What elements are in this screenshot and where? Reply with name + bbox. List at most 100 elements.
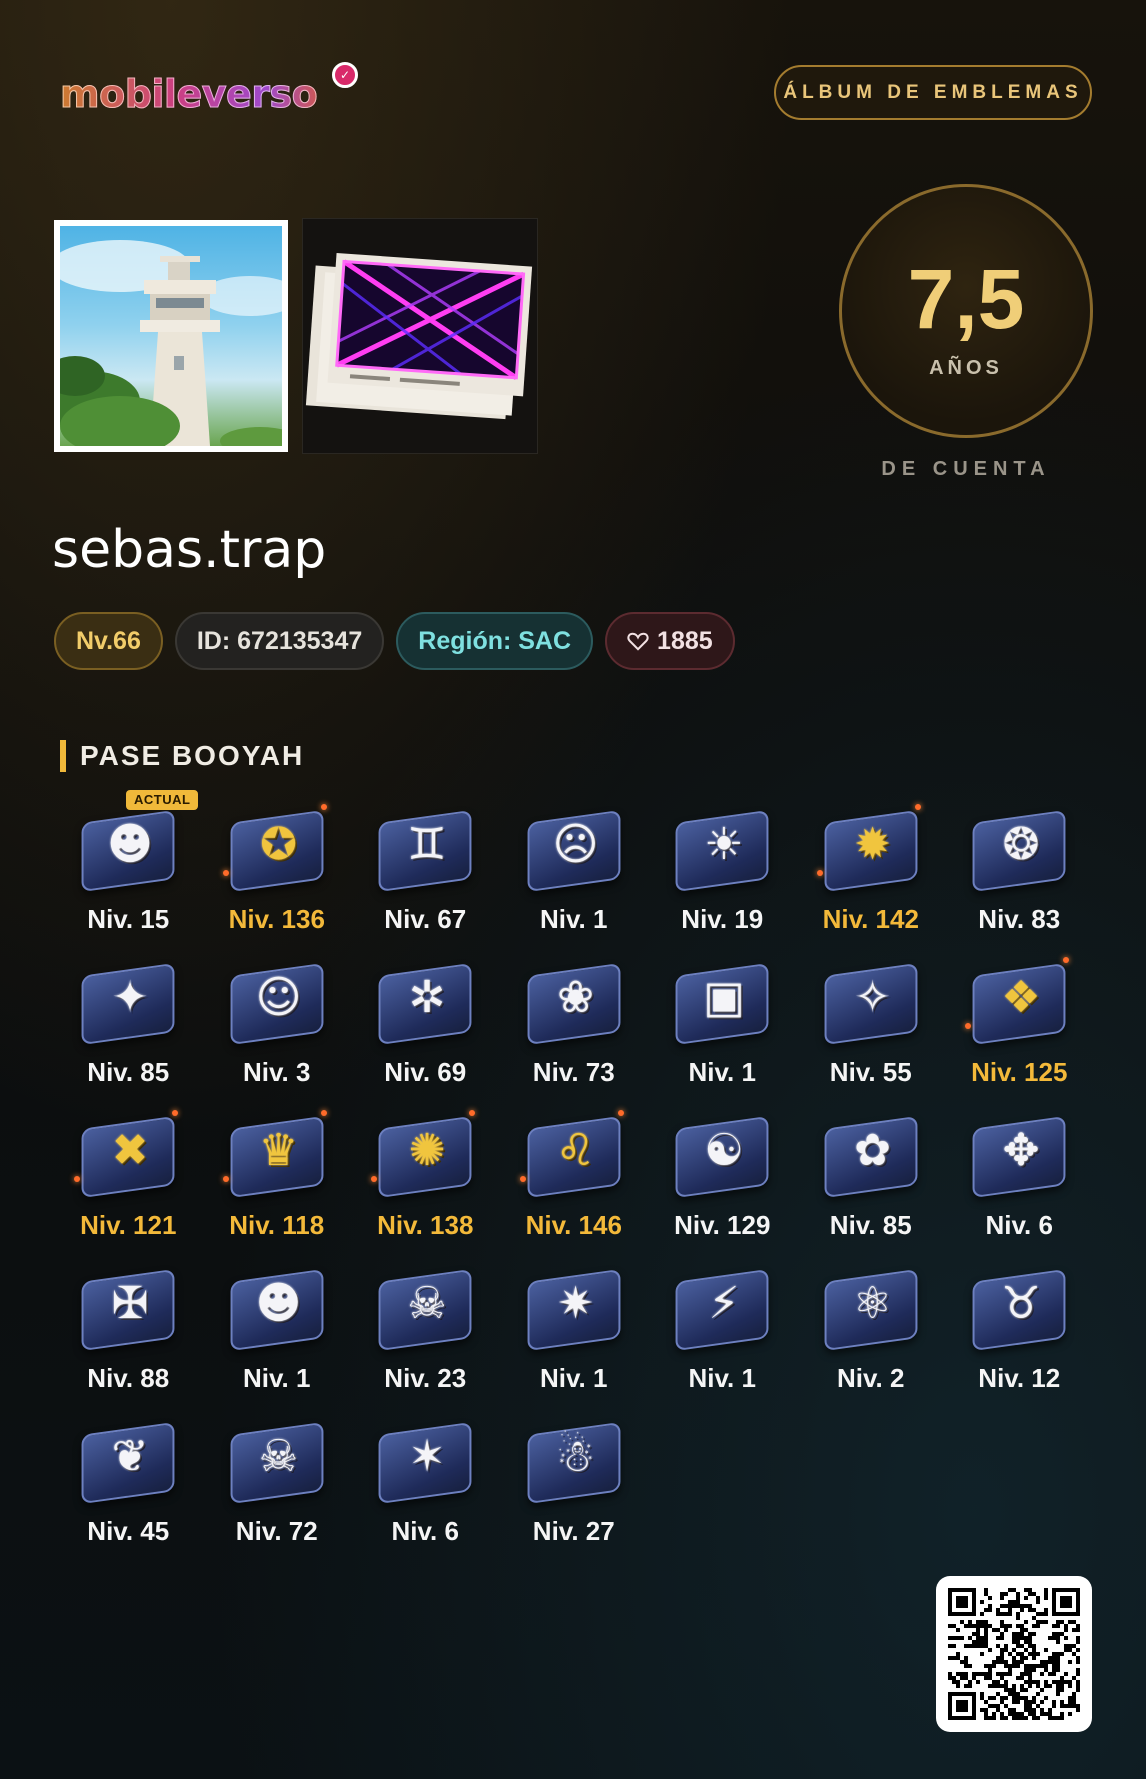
emblem-level: Niv. 6 (391, 1516, 459, 1546)
emblem-card: ☹ (524, 808, 624, 893)
emblem-card: ☃ (524, 1420, 624, 1505)
avatar[interactable] (54, 220, 288, 452)
emblem-level: Niv. 85 (87, 1057, 170, 1087)
emblem-item[interactable]: ☠ Niv. 23 (351, 1249, 500, 1402)
emblem-card: ❖ (969, 961, 1069, 1046)
wolf-crest-icon: ✪ (260, 819, 297, 870)
emblem-item[interactable]: ✹ Niv. 142 (797, 790, 946, 943)
emblem-item[interactable]: ☹ Niv. 1 (500, 790, 649, 943)
emblem-item[interactable]: ♉ Niv. 12 (945, 1249, 1094, 1402)
emblem-item[interactable]: ☯ Niv. 129 (648, 1096, 797, 1249)
emblem-item[interactable]: ✧ Niv. 55 (797, 943, 946, 1096)
dragon-head-icon: ✶ (408, 1431, 446, 1482)
likes-pill[interactable]: 1885 (605, 612, 735, 670)
account-age-value: 7,5 (907, 252, 1025, 346)
heart-icon (627, 632, 649, 651)
emblem-item[interactable]: ✺ Niv. 138 (351, 1096, 500, 1249)
emblem-item[interactable]: ♊ Niv. 67 (351, 790, 500, 943)
emblem-level: Niv. 125 (971, 1057, 1068, 1087)
emblem-level: Niv. 1 (243, 1363, 311, 1393)
emblem-card: ⚡ (672, 1267, 772, 1352)
id-pill[interactable]: ID: 672135347 (174, 612, 385, 670)
emblem-item[interactable]: ✥ Niv. 6 (945, 1096, 1094, 1249)
leaf-blades-icon: ✿ (854, 1125, 891, 1176)
emblem-item[interactable]: ✿ Niv. 85 (797, 1096, 946, 1249)
spark-decoration (371, 1176, 377, 1182)
emblem-item[interactable]: ☺ Niv. 3 (203, 943, 352, 1096)
emblem-card: ⚛ (821, 1267, 921, 1352)
spark-decoration (74, 1176, 80, 1182)
emblem-card: ❀ (524, 961, 624, 1046)
neon-banner-image (305, 252, 533, 420)
emblem-level: Niv. 83 (978, 904, 1061, 934)
emblem-item[interactable]: ⚡ Niv. 1 (648, 1249, 797, 1402)
emblem-item[interactable]: ✲ Niv. 69 (351, 943, 500, 1096)
emblem-level: Niv. 88 (87, 1363, 170, 1393)
emblem-level: Niv. 69 (384, 1057, 467, 1087)
emblem-card: ♛ (227, 1114, 327, 1199)
emblem-level: Niv. 129 (674, 1210, 771, 1240)
emblem-item[interactable]: ❖ Niv. 125 (945, 943, 1094, 1096)
emblem-level: Niv. 138 (377, 1210, 474, 1240)
demon-mask-icon: ☠ (258, 1431, 299, 1482)
horned-skull-icon: ♉ (1001, 1278, 1041, 1329)
emblem-item[interactable]: ✠ Niv. 88 (54, 1249, 203, 1402)
brand-logo: mobileverso (59, 72, 318, 117)
emblem-card: ✶ (375, 1420, 475, 1505)
banner-card[interactable] (302, 218, 538, 454)
phoenix-icon: ❦ (111, 1431, 149, 1482)
emblem-grid: ☻ Niv. 15 ACTUAL ✪ Niv. 136 ♊ Niv. 67 ☹ Niv. 1 ☀ N… (54, 790, 1094, 1555)
grinning-apple-icon: ☻ (107, 819, 153, 870)
username: sebas.trap (52, 520, 327, 580)
emblem-card: ✿ (821, 1114, 921, 1199)
emblem-level: Niv. 19 (681, 904, 764, 934)
emblem-item[interactable]: ▣ Niv. 1 (648, 943, 797, 1096)
sun-sunglasses-icon: ☀ (704, 819, 744, 870)
claw-slash-icon: ⚡ (708, 1278, 740, 1329)
album-button[interactable]: ÁLBUM DE EMBLEMAS (774, 65, 1092, 120)
emblem-card: ♌ (524, 1114, 624, 1199)
emblem-item[interactable]: ✪ Niv. 136 (203, 790, 352, 943)
level-value: Nv.66 (76, 626, 141, 655)
emblem-card: ✥ (969, 1114, 1069, 1199)
emblem-item[interactable]: ♛ Niv. 118 (203, 1096, 352, 1249)
spiked-skull-icon: ✹ (854, 819, 891, 870)
qr-code[interactable] (936, 1576, 1092, 1732)
dragon-skull-icon: ☠ (407, 1278, 447, 1329)
emblem-item[interactable]: ✷ Niv. 1 (500, 1249, 649, 1402)
emblem-item[interactable]: ❂ Niv. 83 (945, 790, 1094, 943)
spark-decoration (1063, 957, 1069, 963)
emblem-card: ☠ (227, 1420, 327, 1505)
x-eyes-face-icon: ✖ (111, 1125, 149, 1176)
emblem-card: ✧ (821, 961, 921, 1046)
emblem-card: ☠ (375, 1267, 475, 1352)
emblem-item[interactable]: ☃ Niv. 27 (500, 1402, 649, 1555)
emblem-item[interactable]: ⚛ Niv. 2 (797, 1249, 946, 1402)
emblem-item[interactable]: ☻ Niv. 15 ACTUAL (54, 790, 203, 943)
spark-decoration (617, 1110, 624, 1116)
emblem-item[interactable]: ♌ Niv. 146 (500, 1096, 649, 1249)
section-title: PASE BOOYAH (60, 740, 304, 772)
emblem-level: Niv. 73 (532, 1057, 615, 1087)
spark-decoration (320, 804, 327, 810)
emblem-item[interactable]: ❀ Niv. 73 (500, 943, 649, 1096)
emblem-item[interactable]: ☠ Niv. 72 (203, 1402, 352, 1555)
emblem-item[interactable]: ☻ Niv. 1 (203, 1249, 352, 1402)
qr-code-image (948, 1588, 1080, 1720)
emblem-level: Niv. 121 (80, 1210, 177, 1240)
spark-decoration (816, 870, 823, 876)
emblem-level: Niv. 72 (235, 1516, 318, 1546)
emblem-item[interactable]: ❦ Niv. 45 (54, 1402, 203, 1555)
emblem-card: ☺ (227, 961, 327, 1046)
avatar-image (60, 226, 282, 446)
wolf-head-icon: ✦ (111, 972, 149, 1023)
emblem-item[interactable]: ✦ Niv. 85 (54, 943, 203, 1096)
spark-decoration (172, 1110, 178, 1116)
bee-icon: ✲ (408, 972, 446, 1023)
emblem-card: ✠ (78, 1267, 178, 1352)
emblem-item[interactable]: ✖ Niv. 121 (54, 1096, 203, 1249)
level-pill: Nv.66 (54, 612, 163, 670)
emblem-item[interactable]: ✶ Niv. 6 (351, 1402, 500, 1555)
emblem-card: ☯ (672, 1114, 772, 1199)
emblem-item[interactable]: ☀ Niv. 19 (648, 790, 797, 943)
